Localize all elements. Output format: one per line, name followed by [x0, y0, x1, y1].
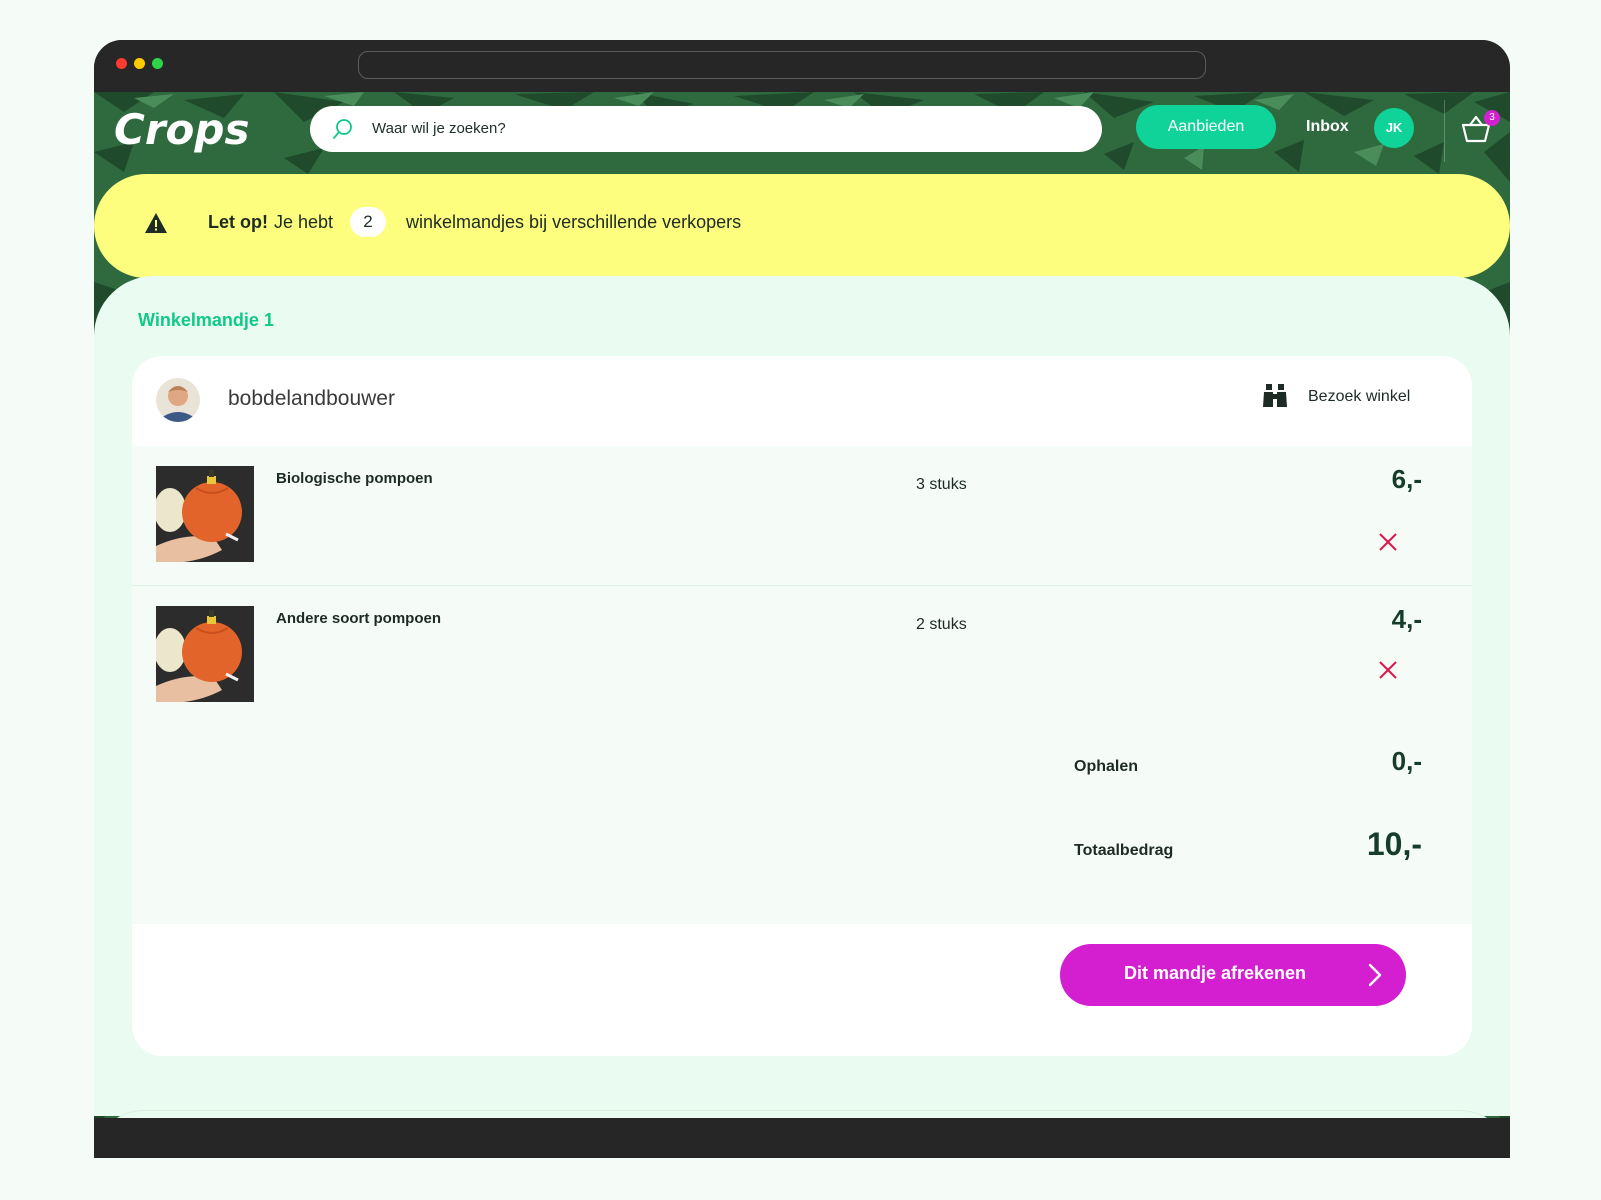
user-avatar[interactable]: JK [1374, 108, 1414, 148]
chevron-right-icon [1368, 963, 1382, 987]
seller-avatar[interactable] [156, 378, 200, 422]
maximize-window-button[interactable] [152, 58, 163, 69]
item-price: 6,- [1391, 464, 1422, 494]
cart-count-pill: 2 [350, 207, 386, 237]
item-name[interactable]: Biologische pompoen [276, 470, 433, 487]
close-window-button[interactable] [116, 58, 127, 69]
product-image[interactable] [156, 606, 254, 702]
item-name[interactable]: Andere soort pompoen [276, 610, 441, 627]
cart-title: Winkelmandje 1 [138, 310, 274, 330]
pickup-label: Ophalen [1074, 758, 1139, 775]
product-image[interactable] [156, 466, 254, 562]
item-quantity: 3 stuks [916, 476, 967, 493]
warning-icon [145, 213, 167, 233]
browser-titlebar [94, 40, 1510, 92]
checkout-label: Dit mandje afrekenen [1124, 963, 1307, 983]
browser-window: Crops Waar wil je zoeken? Aanbieden Inbo… [94, 40, 1510, 1158]
visit-shop-label: Bezoek winkel [1308, 388, 1411, 405]
item-price: 4,- [1391, 604, 1422, 634]
alert-suffix: winkelmandjes bij verschillende verkoper… [406, 212, 742, 232]
total-price: 10,- [1366, 826, 1422, 862]
alert-emphasis: Let op! [208, 212, 268, 232]
checkout-button[interactable]: Dit mandje afrekenen [1060, 944, 1406, 1006]
cart-items: Biologische pompoen 3 stuks 6,- Andere s… [132, 446, 1472, 924]
inbox-link[interactable]: Inbox [1306, 118, 1349, 136]
nav-divider [1444, 100, 1445, 162]
multiple-carts-alert: Let op! Je hebt 2 winkelmandjes bij vers… [94, 174, 1510, 278]
cart-panel: Winkelmandje 1 bobdelandbouwer Bezoek wi… [94, 276, 1510, 1116]
search-bar[interactable]: Waar wil je zoeken? [310, 106, 1102, 152]
minimize-window-button[interactable] [134, 58, 145, 69]
offer-button[interactable]: Aanbieden [1136, 105, 1276, 149]
seller-row: bobdelandbouwer Bezoek winkel [132, 356, 1472, 446]
remove-item-icon[interactable] [1378, 532, 1398, 552]
address-bar[interactable] [358, 51, 1206, 79]
crops-logo[interactable]: Crops [114, 104, 274, 154]
page-viewport: Crops Waar wil je zoeken? Aanbieden Inbo… [94, 92, 1510, 1158]
seller-name[interactable]: bobdelandbouwer [228, 387, 395, 411]
binoculars-icon [1263, 384, 1287, 407]
browser-bottom-bar [94, 1118, 1510, 1158]
svg-text:Crops: Crops [114, 105, 249, 154]
total-label: Totaalbedrag [1074, 842, 1174, 859]
cart-card: bobdelandbouwer Bezoek winkel Biologisch… [132, 356, 1472, 1056]
alert-prefix: Je hebt [274, 212, 334, 232]
remove-item-icon[interactable] [1378, 660, 1398, 680]
cart-count-badge: 3 [1484, 110, 1500, 126]
pickup-price: 0,- [1391, 746, 1422, 776]
search-placeholder: Waar wil je zoeken? [372, 120, 506, 137]
item-quantity: 2 stuks [916, 616, 967, 633]
cart-item: Biologische pompoen 3 stuks 6,- [132, 446, 1472, 586]
cart-item: Andere soort pompoen 2 stuks 4,- [132, 586, 1472, 726]
search-icon [333, 119, 352, 139]
